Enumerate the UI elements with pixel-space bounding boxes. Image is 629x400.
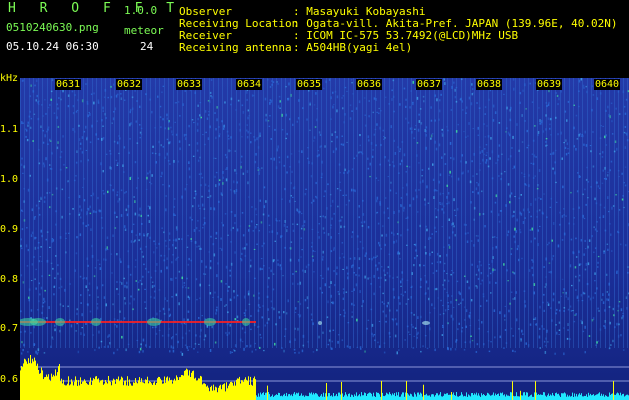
filename-label: 0510240630.png xyxy=(6,21,99,34)
datetime-label: 05.10.24 06:30 xyxy=(6,40,99,53)
time-tick-label: 0633 xyxy=(176,79,203,90)
time-tick-label: 0637 xyxy=(416,79,443,90)
time-tick-label: 0640 xyxy=(594,79,621,90)
time-tick-label: 0636 xyxy=(356,79,383,90)
y-tick-label: 1.1 xyxy=(0,124,19,135)
spectrogram-streaks xyxy=(20,78,629,348)
time-tick-label: 0632 xyxy=(116,79,143,90)
time-tick-label: 0634 xyxy=(236,79,263,90)
time-tick-label: 0631 xyxy=(55,79,82,90)
spectrogram xyxy=(20,78,629,400)
meteor-count: 24 xyxy=(140,40,154,53)
y-tick-label: 0.8 xyxy=(0,274,19,285)
app-version: 1.0.0 xyxy=(124,4,158,17)
antenna-label: Receiving antenna xyxy=(179,41,292,54)
y-tick-label: 0.9 xyxy=(0,224,19,235)
time-tick-label: 0638 xyxy=(476,79,503,90)
y-tick-label: 1.0 xyxy=(0,174,19,185)
time-tick-label: 0639 xyxy=(536,79,563,90)
y-tick-label: 0.7 xyxy=(0,323,19,334)
antenna-value: : A504HB(yagi 4el) xyxy=(293,41,413,54)
meteor-label: meteor xyxy=(124,24,164,37)
y-unit-label: kHz xyxy=(0,73,19,84)
time-tick-label: 0635 xyxy=(296,79,323,90)
y-tick-label: 0.6 xyxy=(0,374,19,385)
